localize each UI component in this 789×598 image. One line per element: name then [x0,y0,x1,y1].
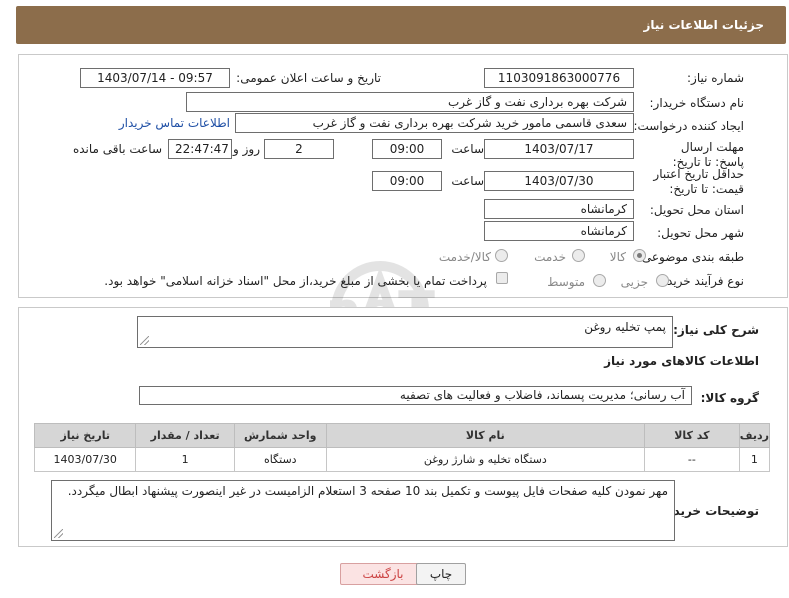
col-need-date: تاریخ نیاز [33,423,137,448]
col-row-number: ردیف [738,423,771,448]
need-number-field[interactable]: 1103091863000776 [484,68,634,88]
process-radio-medium[interactable] [593,274,606,287]
process-medium-label: متوسط [547,275,585,289]
category-radio-goods[interactable] [633,249,646,262]
goods-table-header: ردیف کد کالا نام کالا واحد شمارش تعداد /… [33,423,771,448]
buyer-org-field[interactable]: شرکت بهره برداری نفت و گاز غرب [186,92,634,112]
col-goods-code: کد کالا [643,423,740,448]
remaining-time-field[interactable]: 22:47:47 [168,139,232,159]
page-title: جزئیات اطلاعات نیاز [643,18,764,32]
cell-goods-code: -- [643,447,740,472]
reply-time-label: ساعت [451,142,484,156]
creator-label: ایجاد کننده درخواست: [633,119,744,133]
category-goods-service-label: کالا/خدمت [438,250,491,264]
buyer-contact-link[interactable]: اطلاعات تماس خریدار [119,116,230,130]
category-radio-service[interactable] [572,249,585,262]
back-button[interactable]: بازگشت [340,563,426,585]
summary-textarea[interactable]: پمپ تخلیه روغن [137,316,673,348]
cell-need-date: 1403/07/30 [33,447,137,472]
category-label: طبقه بندی موضوعی: [637,250,744,264]
province-field[interactable]: کرمانشاه [484,199,634,219]
process-type-label: نوع فرآیند خرید : [659,274,744,288]
price-time-label: ساعت [451,174,484,188]
buyer-notes-textarea[interactable]: مهر نمودن کلیه صفحات فایل پیوست و تکمیل … [51,480,675,541]
cell-unit: دستگاه [233,447,327,472]
buyer-notes-text: مهر نمودن کلیه صفحات فایل پیوست و تکمیل … [67,484,668,498]
province-label: استان محل تحویل: [649,203,744,217]
process-radio-minor[interactable] [656,274,669,287]
announce-date-field[interactable]: 1403/07/14 - 09:57 [80,68,230,88]
cell-row-number: 1 [738,447,771,472]
days-label: روز و [233,142,260,156]
city-field[interactable]: کرمانشاه [484,221,634,241]
treasury-payment-note: پرداخت تمام یا بخشی از مبلغ خرید،از محل … [104,274,487,288]
creator-field[interactable]: سعدی قاسمی مامور خرید شرکت بهره برداری ن… [235,113,634,133]
price-time-field[interactable]: 09:00 [372,171,442,191]
buyer-org-label: نام دستگاه خریدار: [649,96,745,110]
category-radio-goods-service[interactable] [495,249,508,262]
treasury-payment-checkbox[interactable] [496,272,508,284]
price-deadline-label: حداقل تاریخ اعتبار قیمت: تا تاریخ: [653,167,744,196]
goods-info-title: اطلاعات کالاهای مورد نیاز [604,354,759,368]
need-number-label: شماره نیاز: [687,71,744,85]
reply-deadline-label: مهلت ارسال پاسخ: تا تاریخ: [672,140,744,169]
goods-table: ردیف کد کالا نام کالا واحد شمارش تعداد /… [33,423,771,472]
goods-group-label: گروه کالا: [700,391,759,405]
table-row: 1 -- دستگاه تخلیه و شارژ روغن دستگاه 1 1… [33,447,771,472]
reply-date-field[interactable]: 1403/07/17 [484,139,634,159]
print-button[interactable]: چاپ [416,563,466,585]
category-service-label: خدمت [534,250,566,264]
resize-handle-icon[interactable] [140,336,149,345]
cell-quantity: 1 [135,447,235,472]
city-label: شهر محل تحویل: [657,226,744,240]
col-quantity: تعداد / مقدار [135,423,235,448]
category-goods-label: کالا [609,250,626,264]
page-header: جزئیات اطلاعات نیاز [16,6,786,44]
summary-text: پمپ تخلیه روغن [584,320,666,334]
summary-label: شرح کلی نیاز: [673,323,759,337]
goods-group-field[interactable]: آب رسانی؛ مدیریت پسماند، فاضلاب و فعالیت… [139,386,692,405]
process-minor-label: جزیی [620,275,648,289]
reply-time-field[interactable]: 09:00 [372,139,442,159]
announce-date-label: تاریخ و ساعت اعلان عمومی: [236,71,381,85]
price-date-field[interactable]: 1403/07/30 [484,171,634,191]
col-unit: واحد شمارش [233,423,327,448]
col-goods-name: نام کالا [325,423,645,448]
remaining-time-label: ساعت باقی مانده [72,142,162,156]
cell-goods-name: دستگاه تخلیه و شارژ روغن [325,447,645,472]
days-remaining-field[interactable]: 2 [264,139,334,159]
resize-handle-icon[interactable] [54,529,63,538]
